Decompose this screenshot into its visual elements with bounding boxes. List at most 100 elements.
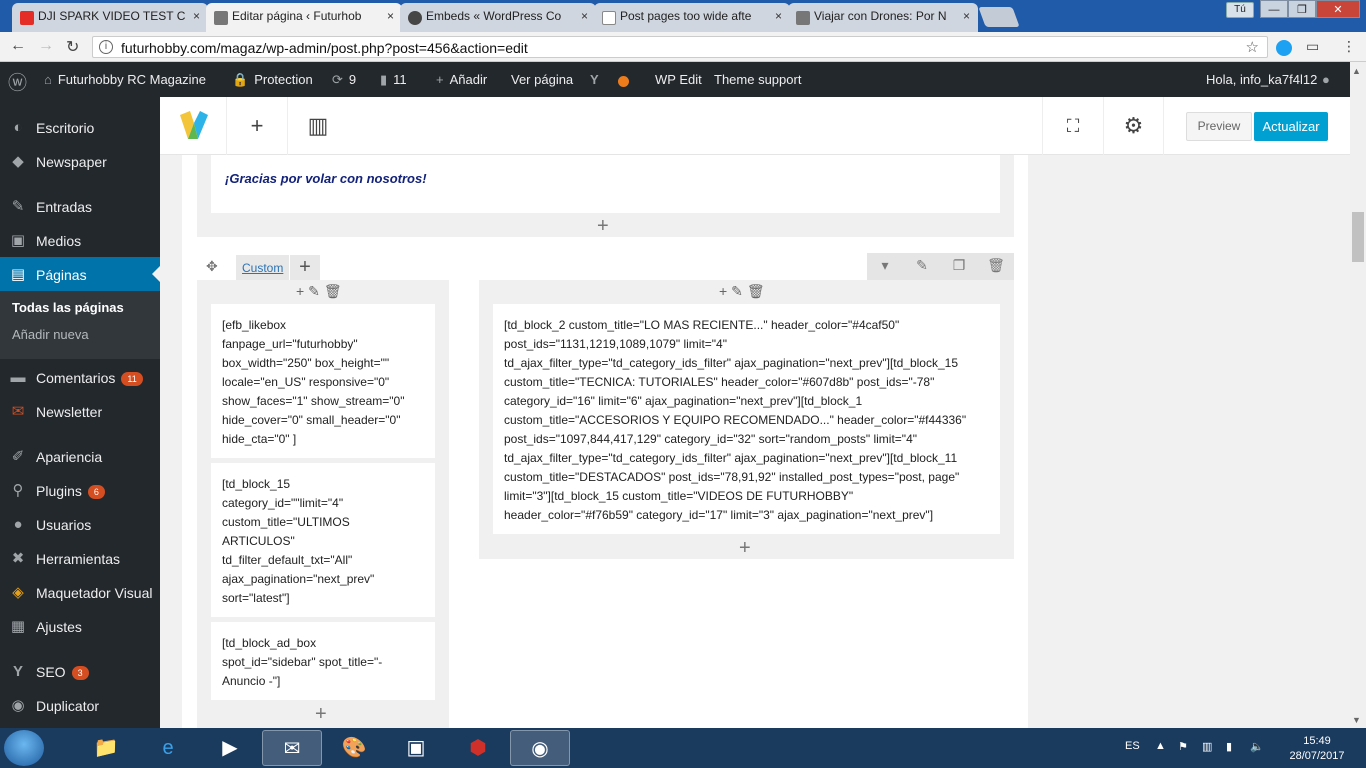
menu-icon[interactable]: ⋮	[1342, 38, 1356, 55]
recorder-icon[interactable]: ⬢	[448, 730, 508, 766]
browser-tab-viajar[interactable]: Viajar con Drones: Por N ×	[788, 3, 978, 32]
internet-explorer-icon[interactable]: e	[138, 730, 198, 766]
close-icon[interactable]: ×	[581, 9, 588, 23]
submenu-add-new[interactable]: Añadir nueva	[12, 327, 89, 342]
toggle-row-icon[interactable]: ▾	[867, 257, 903, 274]
sidebar-item-apariencia[interactable]: ✐ Apariencia	[0, 439, 160, 473]
updates-link[interactable]: ⟳ 9	[332, 72, 356, 88]
sidebar-item-entradas[interactable]: ✎ Entradas	[0, 189, 160, 223]
page-scrollbar[interactable]	[1350, 62, 1366, 728]
sidebar-item-usuarios[interactable]: ● Usuarios	[0, 507, 160, 541]
language-indicator[interactable]: ES	[1125, 740, 1140, 752]
clone-row-icon[interactable]: ❐	[941, 257, 977, 274]
profile-button[interactable]: Tú	[1226, 2, 1254, 18]
close-icon[interactable]: ×	[193, 9, 200, 23]
add-new-link[interactable]: + Añadir	[436, 72, 487, 87]
sidebar-item-duplicator[interactable]: ◉ Duplicator	[0, 688, 160, 722]
sidebar-item-maquetador[interactable]: ◈ Maquetador Visual	[0, 575, 160, 609]
sidebar-item-comentarios[interactable]: ▬ Comentarios 11	[0, 360, 160, 394]
maximize-button[interactable]: ❐	[1288, 0, 1316, 18]
row-move-handle-icon[interactable]: ✥	[206, 258, 218, 275]
thunderbird-icon[interactable]: ✉	[262, 730, 322, 766]
wordpress-logo-icon[interactable]: ⓦ	[8, 68, 27, 95]
protection-link[interactable]: 🔒 Protection	[232, 72, 313, 88]
browser-tab-embeds[interactable]: Embeds « WordPress Co ×	[400, 3, 596, 32]
sidebar-item-herramientas[interactable]: ✖ Herramientas	[0, 541, 160, 575]
sidebar-item-plugins[interactable]: ⚲ Plugins 6	[0, 473, 160, 507]
update-button[interactable]: Actualizar	[1254, 112, 1328, 141]
add-element-plus[interactable]: +	[739, 538, 751, 558]
close-icon[interactable]: ×	[387, 9, 394, 23]
photo-app-icon[interactable]: ▣	[386, 730, 446, 766]
updates-icon: ⟳	[332, 72, 343, 87]
network-icon[interactable]: ▥	[1202, 740, 1212, 753]
signal-icon[interactable]: ▮	[1226, 740, 1232, 753]
cast-icon[interactable]: ▭	[1306, 38, 1319, 55]
scroll-down-icon[interactable]: ▼	[1352, 715, 1361, 725]
preview-button[interactable]: Preview	[1186, 112, 1252, 141]
new-tab-button[interactable]	[978, 7, 1020, 27]
column-controls[interactable]: +✎🗑	[296, 283, 346, 300]
templates-icon[interactable]: ▥	[287, 97, 348, 155]
browser-tab-editar[interactable]: Editar página ‹ Futurhob ×	[206, 3, 402, 32]
chrome-icon[interactable]: ◉	[510, 730, 570, 766]
delete-row-icon[interactable]: 🗑	[978, 257, 1014, 274]
volume-icon[interactable]: 🔈	[1250, 740, 1264, 753]
explorer-icon[interactable]: 📁	[76, 730, 136, 766]
sidebar-item-medios[interactable]: ▣ Medios	[0, 223, 160, 257]
browser-tab-youtube[interactable]: DJI SPARK VIDEO TEST C ×	[12, 3, 208, 32]
view-page-link[interactable]: Ver página	[511, 72, 573, 87]
menu-label: Plugins	[36, 483, 82, 499]
paint-icon[interactable]: 🎨	[324, 730, 384, 766]
close-icon[interactable]: ×	[775, 9, 782, 23]
info-icon[interactable]: i	[99, 40, 113, 54]
wp-edit-link[interactable]: WP Edit	[655, 72, 702, 87]
fullscreen-icon[interactable]: ⛶	[1042, 97, 1103, 155]
theme-support-link[interactable]: Theme support	[714, 72, 801, 87]
tray-expand-icon[interactable]: ▲	[1155, 740, 1166, 752]
forward-icon[interactable]: →	[38, 37, 54, 55]
minimize-button[interactable]: —	[1260, 0, 1288, 18]
add-element-plus[interactable]: +	[597, 216, 609, 236]
block15-element[interactable]: [td_block_15 category_id=""limit="4" cus…	[211, 463, 435, 617]
add-element-plus[interactable]: +	[315, 704, 327, 724]
sidebar-item-seo[interactable]: Y SEO 3	[0, 654, 160, 688]
sidebar-item-paginas[interactable]: ▤ Páginas	[0, 257, 160, 291]
bookmark-star-icon[interactable]: ☆	[1246, 38, 1259, 56]
skype-icon[interactable]	[1276, 40, 1292, 56]
user-avatar-icon[interactable]: ●	[1322, 72, 1330, 87]
user-greeting[interactable]: Hola, info_ka7f4l12	[1206, 72, 1317, 87]
close-icon[interactable]: ×	[963, 9, 970, 23]
url-input[interactable]: i futurhobby.com/magaz/wp-admin/post.php…	[92, 36, 1268, 58]
main-blocks-element[interactable]: [td_block_2 custom_title="LO MAS RECIENT…	[493, 304, 1000, 534]
sidebar-item-escritorio[interactable]: ◐ Escritorio	[0, 110, 160, 144]
submenu-all-pages[interactable]: Todas las páginas	[12, 300, 124, 315]
gear-icon[interactable]: ⚙	[1103, 97, 1164, 155]
add-element-icon[interactable]: +	[226, 97, 287, 155]
scrollbar-thumb[interactable]	[1352, 212, 1364, 262]
browser-tab-post-pages[interactable]: Post pages too wide afte ×	[594, 3, 790, 32]
column-controls[interactable]: +✎🗑	[719, 283, 769, 300]
scroll-up-icon[interactable]: ▲	[1352, 66, 1361, 76]
row-label-custom[interactable]: Custom	[236, 255, 290, 281]
site-name-link[interactable]: ⌂ Futurhobby RC Magazine	[44, 72, 206, 87]
yoast-icon[interactable]: Y	[590, 72, 599, 87]
sidebar-item-newsletter[interactable]: ✉ Newsletter	[0, 394, 160, 428]
sidebar-item-newspaper[interactable]: ◆ Newspaper	[0, 144, 160, 178]
reload-icon[interactable]: ↻	[66, 37, 79, 57]
visual-composer-logo-icon[interactable]	[178, 109, 210, 141]
comment-icon: ▮	[380, 72, 388, 87]
media-player-icon[interactable]: ▶	[200, 730, 260, 766]
sidebar-item-ajustes[interactable]: ▦ Ajustes	[0, 609, 160, 643]
edit-row-icon[interactable]: ✎	[904, 257, 940, 274]
comments-link[interactable]: ▮ 11	[380, 72, 407, 88]
flag-icon[interactable]: ⚑	[1178, 740, 1188, 753]
start-button[interactable]	[4, 730, 44, 766]
adbox-element[interactable]: [td_block_ad_box spot_id="sidebar" spot_…	[211, 622, 435, 700]
window-close-button[interactable]: ✕	[1316, 0, 1360, 18]
system-clock[interactable]: 15:49 28/07/2017	[1282, 734, 1352, 764]
url-text[interactable]: futurhobby.com/magaz/wp-admin/post.php?p…	[121, 40, 528, 56]
add-column-button[interactable]: +	[290, 255, 320, 281]
back-icon[interactable]: ←	[10, 37, 26, 55]
likebox-element[interactable]: [efb_likebox fanpage_url="futurhobby" bo…	[211, 304, 435, 458]
